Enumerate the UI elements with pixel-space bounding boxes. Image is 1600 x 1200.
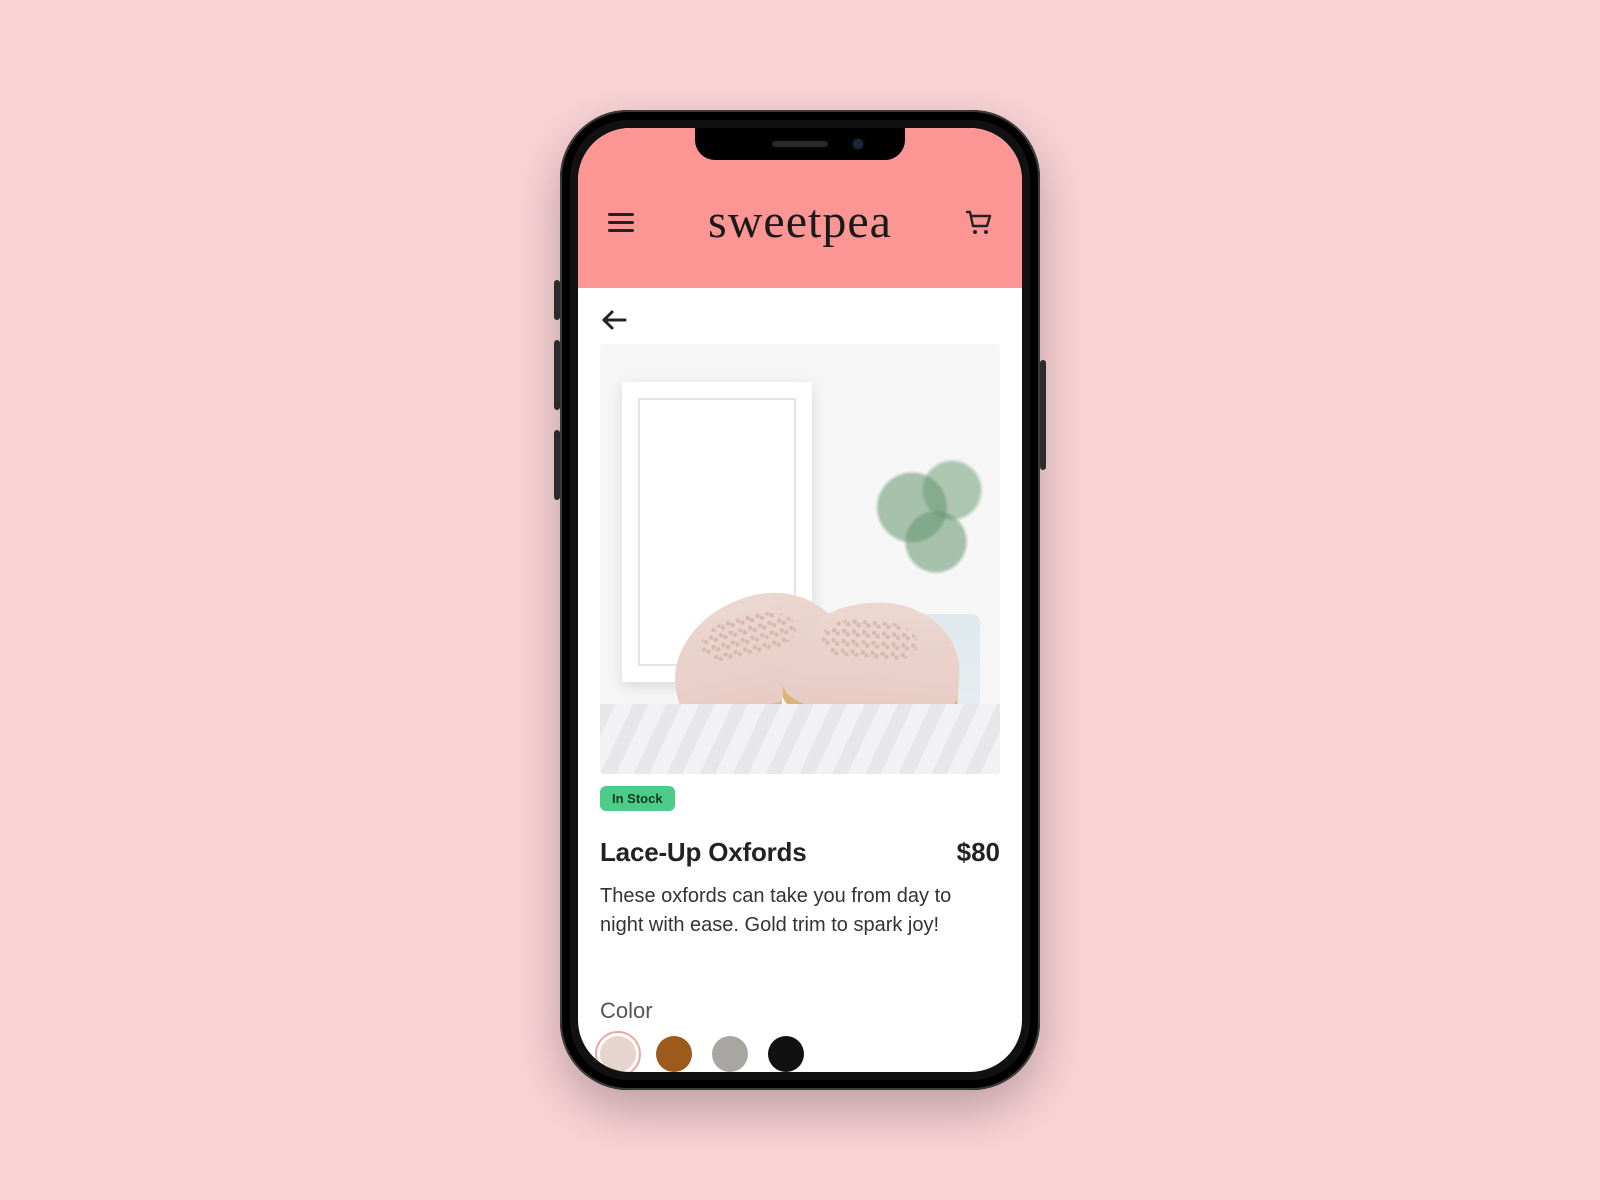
color-swatch-tan[interactable] <box>656 1036 692 1072</box>
color-swatches <box>600 1036 1000 1072</box>
color-label: Color <box>600 998 1000 1024</box>
product-page: In Stock Lace-Up Oxfords $80 These oxfor… <box>578 288 1022 1072</box>
product-image-decor <box>600 704 1000 774</box>
product-image[interactable] <box>600 344 1000 774</box>
phone-screen: sweetpea <box>578 128 1022 1072</box>
phone-side-button <box>554 340 560 410</box>
menu-icon <box>608 213 634 233</box>
brand-logo[interactable]: sweetpea <box>708 194 892 249</box>
phone-side-button <box>554 280 560 320</box>
phone-camera <box>853 139 863 149</box>
color-swatch-black[interactable] <box>768 1036 804 1072</box>
phone-side-button <box>554 430 560 500</box>
cart-button[interactable] <box>962 206 996 240</box>
product-price: $80 <box>957 837 1000 868</box>
color-swatch-blush[interactable] <box>600 1036 636 1072</box>
color-section: Color <box>600 998 1000 1072</box>
phone-side-button <box>1040 360 1046 470</box>
cart-icon <box>965 210 993 236</box>
product-description: These oxfords can take you from day to n… <box>600 882 1000 940</box>
menu-button[interactable] <box>604 206 638 240</box>
product-title: Lace-Up Oxfords <box>600 837 807 868</box>
phone-notch <box>695 128 905 160</box>
back-button[interactable] <box>600 306 628 334</box>
phone-speaker <box>772 141 828 147</box>
phone-frame: sweetpea <box>560 110 1040 1090</box>
color-swatch-grey[interactable] <box>712 1036 748 1072</box>
stock-badge: In Stock <box>600 786 675 811</box>
product-title-row: Lace-Up Oxfords $80 <box>600 837 1000 868</box>
arrow-left-icon <box>601 309 627 331</box>
